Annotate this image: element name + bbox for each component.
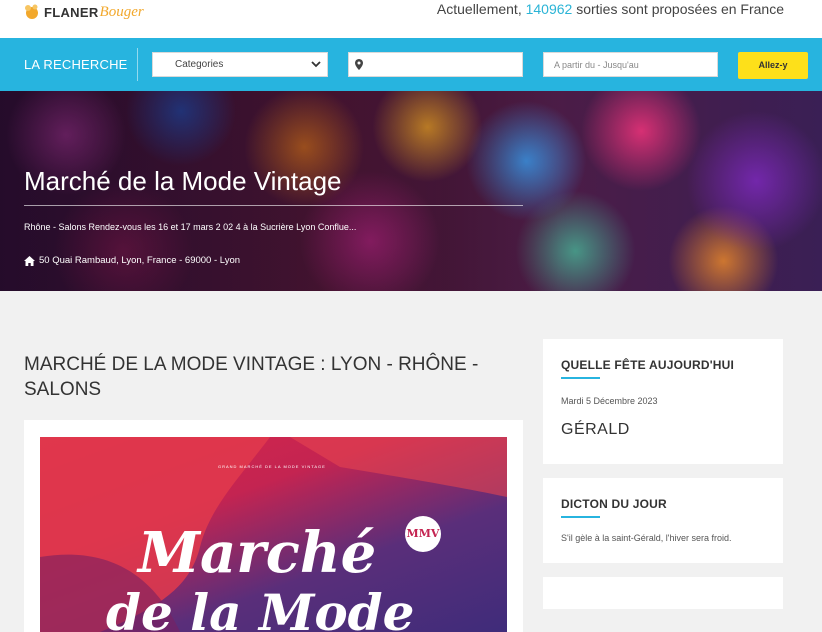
tagline-count: 140962 xyxy=(525,1,573,17)
home-icon xyxy=(24,255,35,266)
poster-badge: MMV xyxy=(405,516,441,552)
hero-banner: Marché de la Mode Vintage Rhône - Salons… xyxy=(0,91,822,291)
search-bar: LA RECHERCHE Categories A partir du - Ju… xyxy=(0,38,822,91)
event-address: 50 Quai Rambaud, Lyon, France - 69000 - … xyxy=(24,255,240,266)
event-poster-image[interactable]: GRAND MARCHÉ DE LA MODE VINTAGE MMV Marc… xyxy=(40,437,507,632)
map-pin-icon xyxy=(355,59,363,70)
top-bar: FLANER Bouger Actuellement, 140962 sorti… xyxy=(0,0,822,38)
poster-small-text: GRAND MARCHÉ DE LA MODE VINTAGE xyxy=(218,464,326,469)
tagline-prefix: Actuellement, xyxy=(436,1,522,17)
card-title: QUELLE FÊTE AUJOURD'HUI xyxy=(561,358,735,372)
fete-du-jour-card: QUELLE FÊTE AUJOURD'HUI Mardi 5 Décembre… xyxy=(543,339,783,464)
search-title: LA RECHERCHE xyxy=(24,57,128,72)
divider xyxy=(137,48,138,81)
event-address-text: 50 Quai Rambaud, Lyon, France - 69000 - … xyxy=(39,255,241,266)
site-logo[interactable]: FLANER Bouger xyxy=(24,2,144,22)
event-description: Rhône - Salons Rendez-vous les 16 et 17 … xyxy=(24,222,357,232)
category-select-value: Categories xyxy=(175,59,224,70)
date-range-placeholder: A partir du - Jusqu'au xyxy=(554,60,639,70)
divider xyxy=(24,205,523,206)
chevron-down-icon xyxy=(311,61,321,68)
event-title: Marché de la Mode Vintage xyxy=(24,166,342,196)
tagline-suffix: sorties sont proposées en France xyxy=(576,1,784,17)
date-range-input[interactable]: A partir du - Jusqu'au xyxy=(543,52,718,77)
tagline: Actuellement, 140962 sorties sont propos… xyxy=(437,1,784,17)
location-input[interactable] xyxy=(348,52,523,77)
dicton-text: S'il gèle à la saint-Gérald, l'hiver ser… xyxy=(561,533,732,543)
logo-text-accent: Bouger xyxy=(99,3,144,20)
dicton-du-jour-card: DICTON DU JOUR S'il gèle à la saint-Géra… xyxy=(543,478,783,563)
logo-icon xyxy=(25,4,38,19)
sidebar-card-empty xyxy=(543,577,783,609)
card-title: DICTON DU JOUR xyxy=(561,497,667,511)
logo-text-main: FLANER xyxy=(44,4,99,20)
fete-date: Mardi 5 Décembre 2023 xyxy=(561,396,658,406)
fete-name: GÉRALD xyxy=(561,421,630,438)
category-select[interactable]: Categories xyxy=(152,52,328,77)
event-image-card: GRAND MARCHÉ DE LA MODE VINTAGE MMV Marc… xyxy=(24,420,523,632)
title-underline xyxy=(561,377,600,379)
page-title: MARCHÉ DE LA MODE VINTAGE : LYON - RHÔNE… xyxy=(24,354,479,400)
poster-title-line2: de la Mode xyxy=(106,583,415,632)
poster-title-line1: Marché xyxy=(138,520,377,586)
title-underline xyxy=(561,516,600,518)
search-submit-button[interactable]: Allez-y xyxy=(738,52,808,79)
